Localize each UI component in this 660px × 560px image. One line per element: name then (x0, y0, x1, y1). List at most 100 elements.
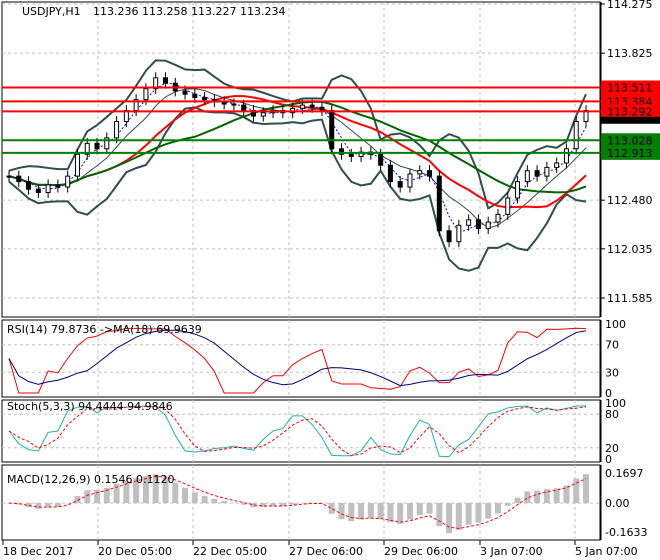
ma-red-line (8, 95, 587, 209)
time-label: 5 Jan 07:00 (575, 545, 638, 558)
level-label: 112.913 (607, 147, 653, 160)
level-label: 113.511 (607, 82, 653, 95)
macd-bar (348, 503, 355, 522)
candle (6, 175, 12, 178)
rsi-tick: 70 (605, 339, 619, 352)
price-tick-label: 114.275 (607, 0, 653, 11)
candle (475, 219, 481, 230)
macd-bar (191, 492, 198, 504)
rsi-line (8, 327, 587, 394)
macd-bar (35, 503, 42, 509)
rsi-tick: 30 (605, 366, 619, 379)
candle (397, 181, 403, 188)
candle (387, 164, 393, 183)
panel-frame-main (1, 1, 601, 318)
macd-bar (534, 490, 541, 504)
candle (554, 162, 560, 168)
time-label: 18 Dec 2017 (3, 545, 73, 558)
candle (202, 96, 208, 101)
candle (65, 175, 71, 188)
macd-bar (358, 503, 365, 520)
chart-canvas[interactable]: 114.275 113.825 112.480 112.035 111.585 113.5… (0, 0, 660, 560)
macd-bar (377, 503, 384, 519)
candle (534, 170, 540, 177)
macd-bar (446, 503, 453, 534)
candle (143, 88, 149, 101)
macd-bar (416, 503, 423, 516)
candle (182, 90, 188, 95)
time-label: 27 Dec 06:00 (289, 545, 363, 558)
macd-bar (45, 503, 52, 508)
candle (329, 110, 335, 150)
bollinger-upper (8, 59, 587, 210)
candle (417, 170, 423, 175)
candle (466, 219, 472, 226)
candle (378, 153, 384, 166)
time-label: 22 Dec 05:00 (193, 545, 267, 558)
candle (45, 184, 51, 194)
macd-label: MACD(12,26,9) 0.1546 0.1120 (7, 473, 175, 486)
macd-bar (387, 503, 394, 523)
macd-bar (289, 503, 296, 505)
macd-bar (455, 503, 462, 530)
macd-bar (514, 497, 521, 504)
chart-title: USDJPY,H1 (22, 5, 81, 18)
candle (35, 188, 41, 194)
level-label: 113.028 (607, 134, 653, 147)
macd-bar (436, 503, 443, 527)
candle (515, 181, 521, 199)
time-label: 3 Jan 07:00 (480, 545, 543, 558)
candle (485, 221, 491, 230)
candle (505, 197, 511, 215)
candle (544, 166, 550, 177)
time-label: 20 Dec 05:00 (98, 545, 172, 558)
macd-bar (221, 501, 228, 504)
macd-bar (182, 487, 189, 504)
macd-tick: 0.1697 (605, 467, 644, 480)
macd-bar (406, 503, 413, 520)
price-tick-label: 113.825 (607, 47, 653, 60)
macd-tick: 0.00 (605, 497, 630, 510)
candle (192, 93, 198, 98)
stoch-tick: 0 (605, 453, 612, 466)
candle (563, 148, 569, 164)
candle (55, 184, 61, 188)
current-price-label-bg (601, 116, 660, 124)
bollinger-lower (8, 106, 587, 272)
candle (241, 104, 247, 112)
candle (74, 153, 80, 177)
price-tick-label: 112.035 (607, 243, 653, 256)
candle (407, 173, 413, 188)
rsi-ma-line (8, 329, 587, 387)
candle (427, 170, 433, 177)
candle (16, 175, 22, 183)
candle (94, 142, 100, 150)
macd-tick: -0.1633 (605, 526, 647, 539)
candle (162, 77, 168, 84)
candle (319, 106, 325, 112)
macd-bar (475, 503, 482, 523)
macd-bar (426, 503, 433, 514)
candle (299, 104, 305, 109)
chart-window[interactable]: 114.275 113.825 112.480 112.035 111.585 113.5… (0, 0, 660, 560)
macd-bar (494, 503, 501, 514)
candle (573, 120, 579, 150)
candle (231, 103, 237, 106)
candle (436, 175, 442, 232)
stoch-label: Stoch(5,3,3) 94.4444 94.9846 (7, 400, 173, 413)
time-label: 29 Dec 06:00 (384, 545, 458, 558)
macd-bar (485, 503, 492, 519)
macd-bar (201, 495, 208, 504)
candle (348, 153, 354, 157)
candle (260, 112, 266, 117)
rsi-label: RSI(14) 79.8736 ->MA(18) 69.9639 (7, 323, 202, 336)
price-tick-label: 111.585 (607, 292, 653, 305)
macd-bar (94, 489, 101, 504)
candle (446, 230, 452, 243)
candle (309, 104, 315, 108)
macd-bar (465, 503, 472, 525)
level-label: 113.292 (607, 105, 653, 118)
stoch-tick: 80 (605, 408, 619, 421)
price-tick-label: 112.480 (607, 194, 653, 207)
macd-bar (583, 474, 589, 504)
